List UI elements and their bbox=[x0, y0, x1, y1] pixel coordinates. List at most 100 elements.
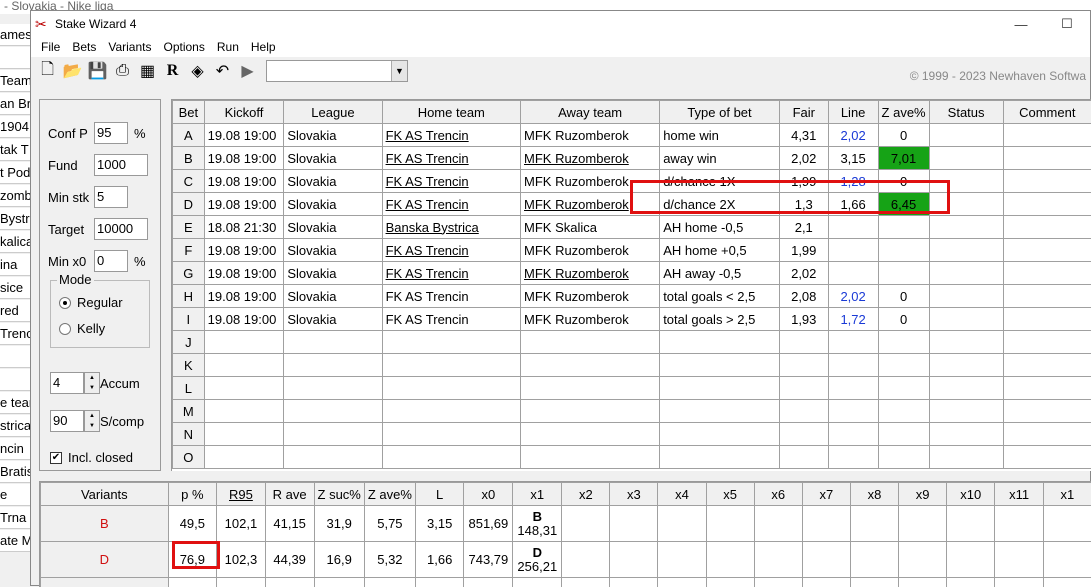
variant-name-cell[interactable]: B bbox=[41, 506, 169, 542]
variants-column-header[interactable]: x1 bbox=[1043, 483, 1091, 506]
zave-cell[interactable] bbox=[878, 262, 929, 285]
empty-cell[interactable] bbox=[658, 542, 706, 578]
empty-cell[interactable] bbox=[521, 331, 660, 354]
comment-cell[interactable] bbox=[1003, 262, 1091, 285]
bet-type-cell[interactable]: d/chance 2X bbox=[660, 193, 780, 216]
bets-column-header[interactable]: Comment bbox=[1003, 101, 1091, 124]
empty-cell[interactable] bbox=[754, 542, 802, 578]
bets-column-header[interactable]: Home team bbox=[382, 101, 520, 124]
away-team-cell[interactable]: MFK Ruzomberok bbox=[521, 262, 660, 285]
empty-cell[interactable] bbox=[284, 400, 382, 423]
empty-cell[interactable] bbox=[828, 377, 878, 400]
empty-cell[interactable] bbox=[204, 400, 284, 423]
status-cell[interactable] bbox=[929, 308, 1003, 331]
scomp-spinner[interactable]: ▲▼ bbox=[84, 410, 100, 432]
menu-item-file[interactable]: File bbox=[35, 40, 66, 54]
variant-zave-cell[interactable]: 5,32 bbox=[364, 542, 415, 578]
empty-cell[interactable] bbox=[562, 506, 610, 542]
empty-cell[interactable] bbox=[995, 506, 1043, 542]
away-team-cell[interactable]: MFK Ruzomberok bbox=[521, 285, 660, 308]
min-x0-input[interactable]: 0 bbox=[94, 250, 128, 272]
comment-cell[interactable] bbox=[1003, 285, 1091, 308]
fair-cell[interactable]: 1,93 bbox=[779, 308, 828, 331]
home-team-cell[interactable]: FK AS Trencin bbox=[382, 262, 520, 285]
menu-item-options[interactable]: Options bbox=[158, 40, 211, 54]
table-row[interactable]: J bbox=[173, 331, 1091, 354]
zave-cell[interactable]: 0 bbox=[878, 285, 929, 308]
table-row[interactable]: M bbox=[173, 400, 1091, 423]
empty-cell[interactable] bbox=[204, 331, 284, 354]
away-team-cell[interactable]: MFK Ruzomberok bbox=[521, 308, 660, 331]
line-cell[interactable] bbox=[828, 216, 878, 239]
menu-item-help[interactable]: Help bbox=[245, 40, 282, 54]
empty-cell[interactable] bbox=[284, 331, 382, 354]
empty-cell[interactable] bbox=[1003, 446, 1091, 469]
empty-cell[interactable] bbox=[828, 400, 878, 423]
undo-icon[interactable]: ↶ bbox=[210, 59, 235, 83]
r-icon[interactable]: R bbox=[160, 59, 185, 83]
bet-letter-cell[interactable]: L bbox=[173, 377, 205, 400]
variants-column-header[interactable]: x4 bbox=[658, 483, 706, 506]
empty-cell[interactable] bbox=[878, 331, 929, 354]
bets-column-header[interactable]: League bbox=[284, 101, 382, 124]
empty-cell[interactable] bbox=[995, 542, 1043, 578]
empty-cell[interactable] bbox=[828, 331, 878, 354]
line-cell[interactable]: 2,02 bbox=[828, 285, 878, 308]
bets-column-header[interactable]: Line bbox=[828, 101, 878, 124]
variant-x1-cell[interactable]: B148,31 bbox=[513, 506, 562, 542]
zave-cell[interactable]: 7,01 bbox=[878, 147, 929, 170]
table-row[interactable]: F19.08 19:00SlovakiaFK AS TrencinMFK Ruz… bbox=[173, 239, 1091, 262]
kickoff-cell[interactable]: 19.08 19:00 bbox=[204, 285, 284, 308]
variants-column-header[interactable]: x3 bbox=[610, 483, 658, 506]
save-icon[interactable]: 💾 bbox=[85, 59, 110, 83]
empty-cell[interactable] bbox=[284, 423, 382, 446]
table-row[interactable]: N bbox=[173, 423, 1091, 446]
kickoff-cell[interactable]: 19.08 19:00 bbox=[204, 262, 284, 285]
variants-column-header[interactable]: x9 bbox=[899, 483, 947, 506]
variant-zave-cell[interactable]: 5,75 bbox=[364, 506, 415, 542]
empty-cell[interactable] bbox=[802, 542, 850, 578]
empty-cell[interactable] bbox=[660, 423, 780, 446]
bets-column-header[interactable]: Status bbox=[929, 101, 1003, 124]
variants-column-header[interactable]: L bbox=[415, 483, 463, 506]
empty-cell[interactable] bbox=[382, 400, 520, 423]
variants-column-header[interactable]: R ave bbox=[265, 483, 314, 506]
bet-letter-cell[interactable]: O bbox=[173, 446, 205, 469]
away-team-cell[interactable]: MFK Ruzomberok bbox=[521, 170, 660, 193]
home-team-cell[interactable]: FK AS Trencin bbox=[382, 147, 520, 170]
comment-cell[interactable] bbox=[1003, 124, 1091, 147]
table-row[interactable]: B49,5102,141,1531,95,753,15851,69B148,31 bbox=[41, 506, 1091, 542]
empty-cell[interactable] bbox=[929, 400, 1003, 423]
empty-cell[interactable] bbox=[660, 331, 780, 354]
empty-cell[interactable] bbox=[899, 506, 947, 542]
refresh-icon[interactable]: ◈ bbox=[185, 59, 210, 83]
zave-cell[interactable]: 0 bbox=[878, 124, 929, 147]
away-team-cell[interactable]: MFK Ruzomberok bbox=[521, 239, 660, 262]
bet-type-cell[interactable]: AH home +0,5 bbox=[660, 239, 780, 262]
line-cell[interactable]: 1,66 bbox=[828, 193, 878, 216]
bet-letter-cell[interactable]: M bbox=[173, 400, 205, 423]
empty-cell[interactable] bbox=[706, 542, 754, 578]
home-team-cell[interactable]: FK AS Trencin bbox=[382, 124, 520, 147]
empty-cell[interactable] bbox=[850, 506, 898, 542]
table-row[interactable]: I19.08 19:00SlovakiaFK AS TrencinMFK Ruz… bbox=[173, 308, 1091, 331]
league-cell[interactable]: Slovakia bbox=[284, 239, 382, 262]
empty-cell[interactable] bbox=[284, 446, 382, 469]
league-cell[interactable]: Slovakia bbox=[284, 147, 382, 170]
fund-input[interactable]: 1000 bbox=[94, 154, 148, 176]
league-cell[interactable]: Slovakia bbox=[284, 308, 382, 331]
incl-closed-checkbox[interactable]: ✔ Incl. closed bbox=[50, 450, 133, 465]
table-row[interactable]: D19.08 19:00SlovakiaFK AS TrencinMFK Ruz… bbox=[173, 193, 1091, 216]
print-icon[interactable]: ⎙ bbox=[110, 59, 135, 83]
variant-l-cell[interactable]: 1,66 bbox=[415, 542, 463, 578]
table-row[interactable]: H19.08 19:00SlovakiaFK AS TrencinMFK Ruz… bbox=[173, 285, 1091, 308]
away-team-cell[interactable]: MFK Ruzomberok bbox=[521, 193, 660, 216]
empty-cell[interactable] bbox=[929, 446, 1003, 469]
comment-cell[interactable] bbox=[1003, 193, 1091, 216]
status-cell[interactable] bbox=[929, 216, 1003, 239]
bet-type-cell[interactable]: AH home -0,5 bbox=[660, 216, 780, 239]
table-row[interactable]: A19.08 19:00SlovakiaFK AS TrencinMFK Ruz… bbox=[173, 124, 1091, 147]
variant-r95-cell[interactable]: 102,3 bbox=[217, 542, 266, 578]
empty-cell[interactable] bbox=[878, 354, 929, 377]
variants-column-header[interactable]: Z ave% bbox=[364, 483, 415, 506]
